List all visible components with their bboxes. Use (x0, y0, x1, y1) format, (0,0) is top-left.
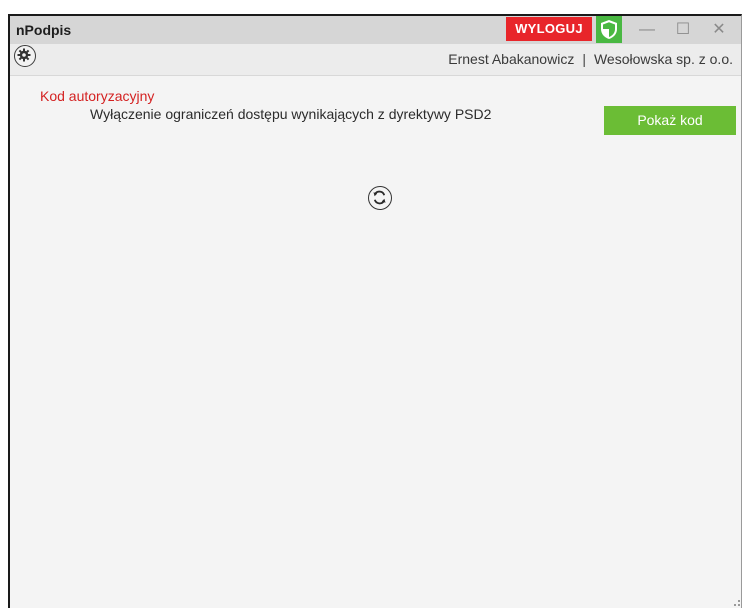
close-button[interactable]: ✕ (702, 16, 736, 44)
settings-button[interactable] (14, 45, 36, 67)
minimize-button[interactable]: — (630, 16, 664, 44)
toolbar: Ernest Abakanowicz | Wesołowska sp. z o.o. (10, 44, 741, 76)
show-code-button[interactable]: Pokaż kod (604, 106, 736, 135)
company-name: Wesołowska sp. z o.o. (593, 51, 733, 67)
app-title: nPodpis (16, 22, 72, 38)
title-bar[interactable]: nPodpis WYLOGUJ — ☐ ✕ (10, 16, 741, 44)
refresh-button[interactable] (368, 186, 392, 210)
section-description: Wyłączenie ograniczeń dostępu wynikający… (90, 106, 492, 122)
user-info: Ernest Abakanowicz | Wesołowska sp. z o.o. (448, 51, 733, 67)
section-title: Kod autoryzacyjny (40, 88, 155, 104)
resize-grip[interactable] (734, 600, 740, 606)
app-window: nPodpis WYLOGUJ — ☐ ✕ Ernest Abakanowicz… (8, 14, 742, 608)
maximize-button[interactable]: ☐ (666, 16, 700, 44)
user-name: Ernest Abakanowicz (448, 51, 575, 67)
security-shield-button[interactable] (596, 16, 622, 43)
logout-button[interactable]: WYLOGUJ (506, 17, 592, 41)
user-separator: | (582, 51, 586, 67)
